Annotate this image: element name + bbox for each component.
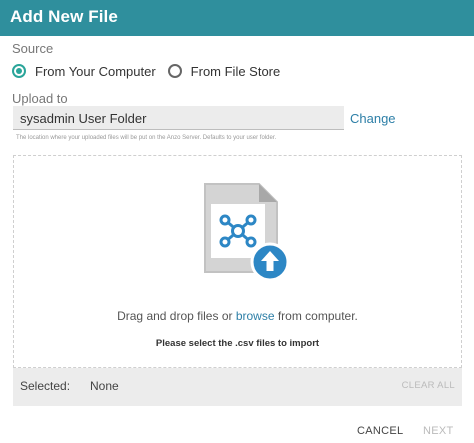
drop-text-before: Drag and drop files or — [117, 309, 236, 323]
clear-all-button[interactable]: CLEAR ALL — [402, 380, 455, 391]
upload-to-label: Upload to — [12, 91, 68, 106]
dialog-header: Add New File — [0, 0, 474, 36]
radio-from-file-store[interactable]: From File Store — [167, 63, 281, 79]
source-label: Source — [12, 41, 54, 56]
cancel-button[interactable]: CANCEL — [357, 425, 403, 437]
selected-files-bar: Selected: None CLEAR ALL — [13, 368, 462, 406]
selected-value: None — [90, 379, 119, 393]
next-button[interactable]: NEXT — [423, 425, 454, 437]
radio-label-from-file-store: From File Store — [190, 63, 281, 79]
file-upload-icon — [204, 183, 290, 282]
change-folder-link[interactable]: Change — [350, 111, 396, 126]
radio-label-from-your-computer: From Your Computer — [35, 63, 156, 79]
drop-text-after: from computer. — [274, 309, 358, 323]
dialog-title: Add New File — [10, 7, 118, 26]
radio-unchecked-icon — [167, 64, 182, 78]
browse-link[interactable]: browse — [236, 309, 275, 323]
source-radio-group: From Your Computer From File Store — [12, 62, 292, 80]
radio-checked-icon — [12, 64, 26, 78]
file-type-instruction: Please select the .csv files to import — [155, 338, 320, 349]
file-drop-zone[interactable]: Drag and drop files or browse from compu… — [13, 155, 462, 368]
upload-help-text: The location where your uploaded files w… — [16, 135, 277, 141]
drop-instructions: Drag and drop files or browse from compu… — [14, 309, 461, 323]
radio-from-your-computer[interactable]: From Your Computer — [12, 64, 156, 79]
selected-label: Selected: — [20, 379, 71, 393]
upload-folder-field: sysadmin User Folder — [13, 106, 344, 130]
